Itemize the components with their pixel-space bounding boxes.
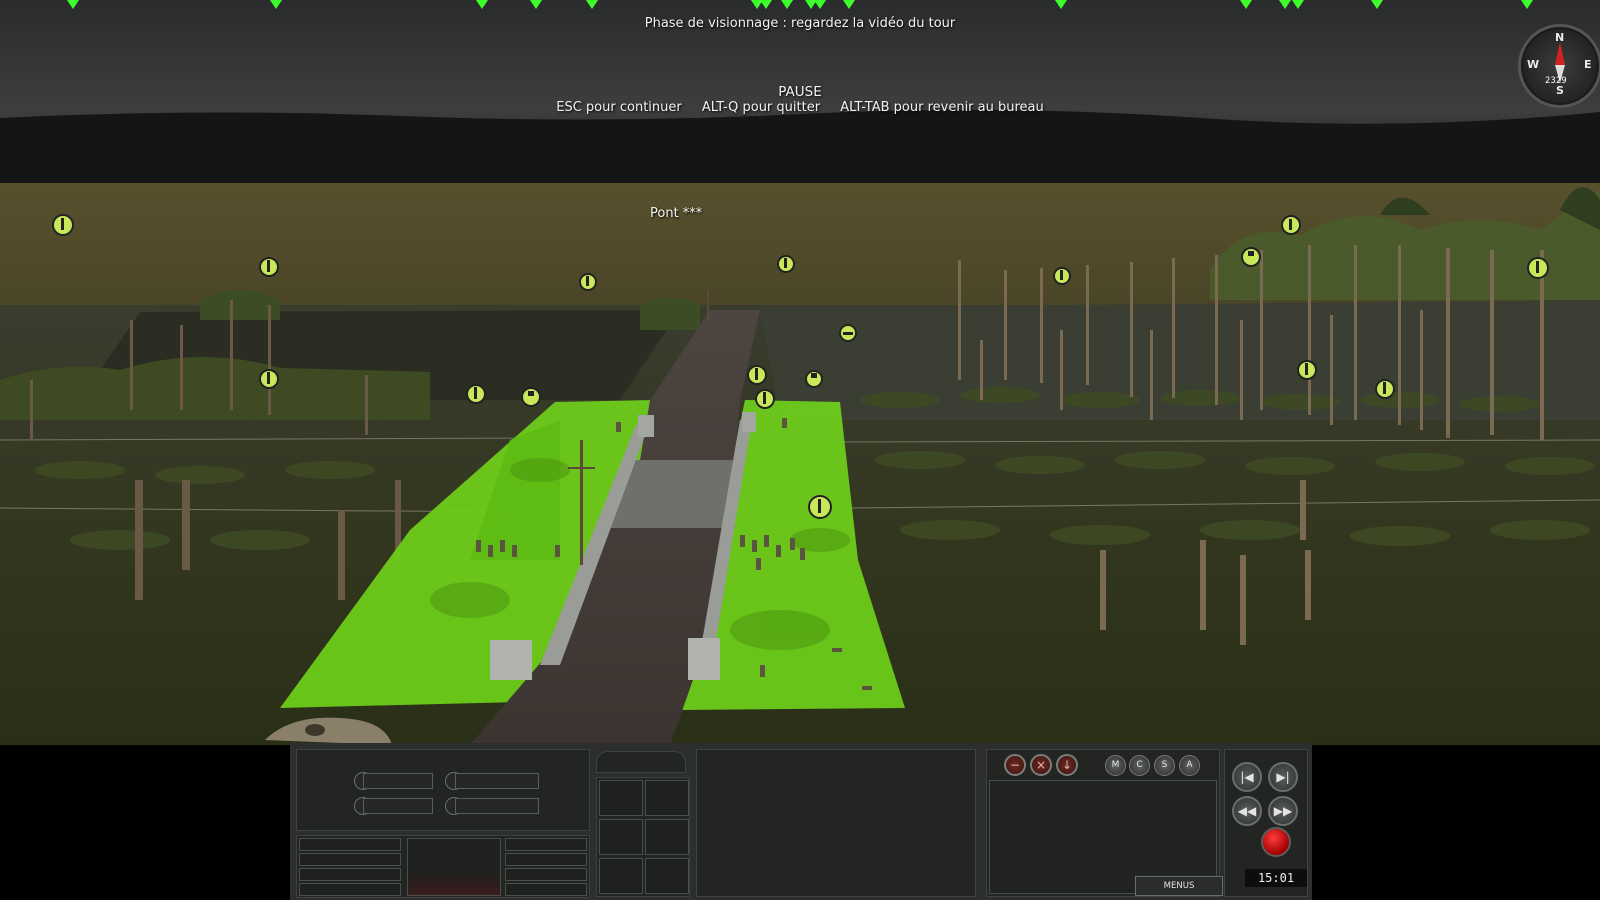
equipment-slot[interactable] bbox=[645, 858, 689, 894]
unit-marker-icon[interactable] bbox=[1053, 267, 1071, 285]
unit-marker-icon[interactable] bbox=[259, 369, 279, 389]
detail-slot bbox=[505, 868, 587, 881]
unit-marker-icon[interactable] bbox=[805, 370, 823, 388]
pause-title: PAUSE bbox=[778, 84, 822, 100]
phase-message: Phase de visionnage : regardez la vidéo … bbox=[644, 16, 956, 31]
status-bar bbox=[455, 798, 539, 814]
status-bar bbox=[363, 773, 433, 789]
equipment-slot[interactable] bbox=[645, 780, 689, 816]
unit-marker-icon[interactable] bbox=[777, 255, 795, 273]
status-bar bbox=[363, 798, 433, 814]
skip-back-icon[interactable]: |◀ bbox=[1232, 762, 1262, 792]
orders-panel: − × ↓ M C S A bbox=[986, 749, 1220, 897]
unit-info-panel bbox=[296, 749, 590, 831]
unit-marker-icon[interactable] bbox=[259, 257, 279, 277]
status-bar bbox=[455, 773, 539, 789]
unit-marker-icon[interactable] bbox=[1527, 257, 1549, 279]
equipment-slot[interactable] bbox=[599, 858, 643, 894]
equipment-grid bbox=[596, 777, 690, 897]
objective-label: Pont *** bbox=[650, 206, 703, 221]
turn-clock: 15:01 bbox=[1245, 869, 1307, 887]
play-pause-icon[interactable]: ▶| bbox=[1268, 762, 1298, 792]
unit-marker-icon[interactable] bbox=[808, 495, 832, 519]
compass-needle-icon bbox=[1555, 42, 1565, 65]
unit-marker-icon[interactable] bbox=[1281, 215, 1301, 235]
deploy-icon[interactable]: ↓ bbox=[1056, 754, 1078, 776]
filter-button-m[interactable]: M bbox=[1105, 755, 1126, 776]
unit-marker-icon[interactable] bbox=[747, 365, 767, 385]
compass-east: E bbox=[1584, 58, 1592, 71]
unit-marker-icon[interactable] bbox=[839, 324, 857, 342]
pause-hint-quit: ALT-Q pour quitter bbox=[701, 100, 821, 115]
unit-marker-icon[interactable] bbox=[1375, 379, 1395, 399]
tab-area bbox=[596, 751, 686, 773]
rewind-icon[interactable]: ◀◀ bbox=[1232, 796, 1262, 826]
unit-marker-icon[interactable] bbox=[52, 214, 74, 236]
unit-marker-icon[interactable] bbox=[579, 273, 597, 291]
unit-marker-icon[interactable] bbox=[755, 389, 775, 409]
menus-button[interactable]: MENUS bbox=[1135, 876, 1223, 896]
pause-hint-desktop: ALT-TAB pour revenir au bureau bbox=[840, 100, 1044, 115]
pause-hints: ESC pour continuer ALT-Q pour quitter AL… bbox=[0, 100, 1600, 115]
unit-marker-icon[interactable] bbox=[466, 384, 486, 404]
fast-forward-icon[interactable]: ▶▶ bbox=[1268, 796, 1298, 826]
cancel-icon[interactable]: × bbox=[1030, 754, 1052, 776]
unit-marker-icon[interactable] bbox=[521, 387, 541, 407]
detail-slot bbox=[505, 853, 587, 866]
unit-marker-icon[interactable] bbox=[1241, 247, 1261, 267]
compass-west: W bbox=[1527, 58, 1540, 71]
detail-slot bbox=[299, 838, 401, 851]
compass-north: N bbox=[1555, 31, 1565, 44]
detail-slot bbox=[299, 868, 401, 881]
detail-slot bbox=[299, 853, 401, 866]
equipment-slot[interactable] bbox=[645, 819, 689, 855]
detail-slot bbox=[299, 883, 401, 896]
detail-slot bbox=[505, 838, 587, 851]
equipment-slot[interactable] bbox=[599, 819, 643, 855]
unit-detail-panel bbox=[296, 835, 590, 898]
record-button[interactable] bbox=[1261, 827, 1291, 857]
detail-slot bbox=[505, 883, 587, 896]
filter-button-c[interactable]: C bbox=[1129, 755, 1150, 776]
unit-portrait bbox=[407, 838, 501, 896]
filter-button-s[interactable]: S bbox=[1154, 755, 1175, 776]
no-entry-icon[interactable]: − bbox=[1004, 754, 1026, 776]
unit-marker-icon[interactable] bbox=[1297, 360, 1317, 380]
filter-button-a[interactable]: A bbox=[1179, 755, 1200, 776]
equipment-slot[interactable] bbox=[599, 780, 643, 816]
pause-hint-continue: ESC pour continuer bbox=[556, 100, 682, 115]
compass-altitude: 2329 bbox=[1545, 76, 1567, 86]
compass-widget[interactable]: N S W E 2329 bbox=[1518, 24, 1600, 108]
info-display bbox=[696, 749, 976, 897]
